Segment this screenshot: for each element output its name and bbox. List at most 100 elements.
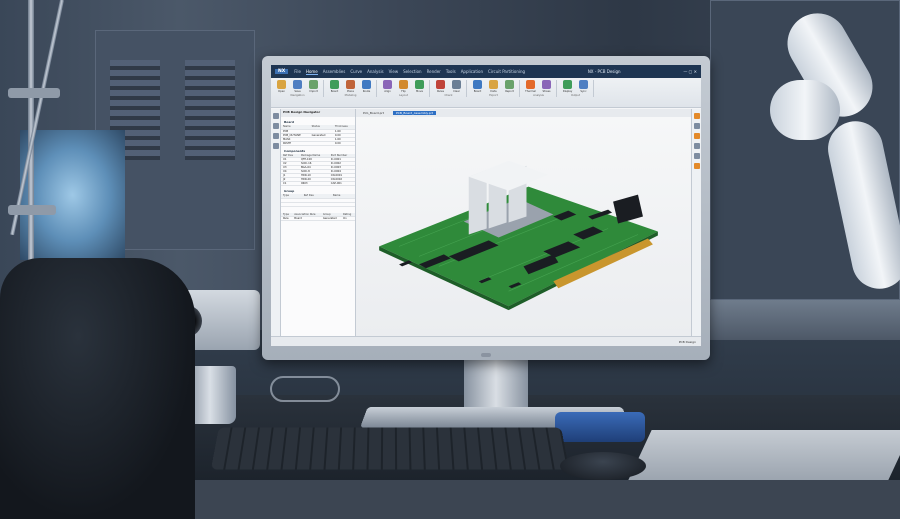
history-icon[interactable] <box>693 133 700 139</box>
resource-bar-left <box>271 109 281 336</box>
system-icon[interactable] <box>693 153 700 159</box>
monitor-logo <box>481 353 491 357</box>
table-cell: PASTE <box>281 141 310 146</box>
menu-tab[interactable]: Curve <box>350 69 362 75</box>
ribbon-button[interactable]: Board <box>470 80 485 93</box>
mouse <box>560 452 646 480</box>
status-bar: PCB Design <box>271 336 701 346</box>
ribbon-button[interactable]: Import <box>306 80 321 93</box>
command-icon <box>489 80 498 89</box>
glowing-panel <box>20 130 125 260</box>
ribbon-button[interactable]: Open <box>274 80 289 93</box>
table-row[interactable]: C1 0603 CAP-001 <box>281 181 355 186</box>
navigator-icon[interactable] <box>272 113 279 119</box>
ribbon-button[interactable]: Display <box>560 80 575 93</box>
menu-tab[interactable]: Home <box>305 69 318 75</box>
ribbon-button[interactable]: Flip <box>396 80 411 93</box>
pcb-design-navigator: PCB Design Navigator Board Name Status Thi… <box>281 109 356 336</box>
web-icon[interactable] <box>693 143 700 149</box>
command-icon <box>452 80 461 89</box>
ribbon-button[interactable]: Board <box>327 80 342 93</box>
table-cell <box>281 202 302 207</box>
nx-application-window: NX File Home Assemblies Curve Analysis View Se… <box>271 65 701 346</box>
ribbon-button[interactable]: Report <box>502 80 517 93</box>
table-cell: CAP-001 <box>328 181 355 186</box>
palette-icon[interactable] <box>693 123 700 129</box>
ribbon-button[interactable]: Data <box>486 80 501 93</box>
command-icon <box>579 80 588 89</box>
lab-clamp <box>8 205 56 215</box>
table-cell: Generated <box>320 216 341 221</box>
reuse-icon[interactable] <box>693 163 700 169</box>
ribbon-group-label: Modeling <box>344 94 357 97</box>
ribbon-button[interactable]: Align <box>380 80 395 93</box>
ribbon-group: Display Sync Output <box>560 80 594 97</box>
ribbon-button[interactable]: Clear <box>449 80 464 93</box>
ribbon-button-label: Clear <box>453 90 460 93</box>
ribbon-group: Board Place Route Modeling <box>327 80 377 97</box>
ribbon-button[interactable]: Route <box>359 80 374 93</box>
menu-tab[interactable]: Application <box>461 69 483 75</box>
document-tab[interactable]: PCB_Board_Assembly.prt <box>392 111 437 115</box>
ribbon-button[interactable]: Save <box>290 80 305 93</box>
ribbon-group: Rules Clear Check <box>433 80 467 97</box>
table-cell: 0603 <box>298 181 329 186</box>
command-icon <box>436 80 445 89</box>
menu-tab[interactable]: File <box>294 69 301 75</box>
ribbon-button[interactable]: Move <box>412 80 427 93</box>
window-controls[interactable]: — ▢ ✕ <box>683 69 697 74</box>
ribbon-toolbar: Open Save Import Navigation Board Place Route M… <box>271 78 701 108</box>
layers-icon[interactable] <box>272 123 279 129</box>
command-icon <box>309 80 318 89</box>
3d-viewport[interactable] <box>356 117 691 336</box>
menu-tab[interactable]: Render <box>427 69 441 75</box>
menu-tab[interactable]: Tools <box>446 69 456 75</box>
menu-tab[interactable]: Circuit Partitioning <box>488 69 525 75</box>
app-logo: NX <box>275 69 289 74</box>
keyboard <box>210 427 570 470</box>
menu-tab[interactable]: View <box>389 69 399 75</box>
command-icon <box>505 80 514 89</box>
settings-icon[interactable] <box>272 143 279 149</box>
table-row[interactable] <box>281 202 355 207</box>
table-cell <box>309 141 333 146</box>
menu-tab[interactable]: Analysis <box>367 69 383 75</box>
ribbon-button-label: Board <box>330 90 339 93</box>
command-icon <box>277 80 286 89</box>
table-cell: 0.00 <box>332 141 355 146</box>
ribbon-button[interactable]: Stress <box>539 80 554 93</box>
ribbon-group: Thermal Stress Analysis <box>523 80 557 97</box>
ribbon-button-label: Flip <box>401 90 406 93</box>
chair <box>0 258 195 519</box>
command-icon <box>473 80 482 89</box>
ribbon-group-label: Check <box>444 94 453 97</box>
menu-tab[interactable]: Assemblies <box>323 69 346 75</box>
pcb-model[interactable] <box>356 117 691 336</box>
table-cell: Rule <box>281 216 293 221</box>
ribbon-button-label: Report <box>505 90 514 93</box>
roles-icon[interactable] <box>693 113 700 119</box>
ribbon-button-label: Data <box>490 90 497 93</box>
resource-bar-right <box>691 109 701 336</box>
menu-tab[interactable]: Selection <box>403 69 421 75</box>
desk-edge <box>170 480 900 519</box>
ribbon-button[interactable]: Place <box>343 80 358 93</box>
command-icon <box>383 80 392 89</box>
connector[interactable] <box>613 194 643 224</box>
document-tab[interactable]: Pcb_Board.prt <box>360 111 387 115</box>
command-icon <box>293 80 302 89</box>
ribbon-button[interactable]: Rules <box>433 80 448 93</box>
ribbon-button[interactable]: Sync <box>576 80 591 93</box>
ribbon-group-label: Layout <box>399 94 408 97</box>
command-icon <box>415 80 424 89</box>
ribbon-button-label: Move <box>416 90 423 93</box>
table-row[interactable]: Rule Board Generated On <box>281 216 355 221</box>
robot-arm-joint <box>770 80 840 140</box>
command-icon <box>362 80 371 89</box>
title-bar: NX File Home Assemblies Curve Analysis View Se… <box>271 65 701 78</box>
blue-device <box>555 412 645 442</box>
ribbon-button[interactable]: Thermal <box>523 80 538 93</box>
safety-glasses <box>270 376 340 402</box>
history-icon[interactable] <box>272 133 279 139</box>
table-row[interactable]: PASTE 0.00 <box>281 141 355 146</box>
